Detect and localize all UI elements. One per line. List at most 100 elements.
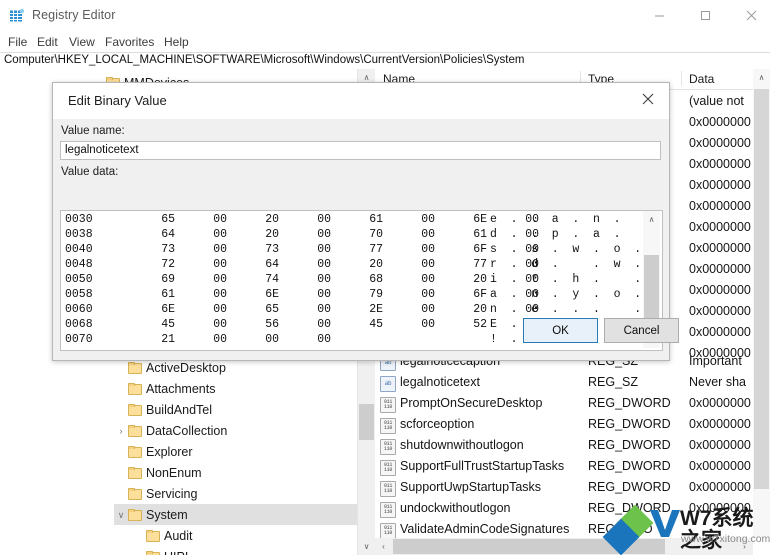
tree-scroll-down-icon[interactable]: ∨ (358, 538, 375, 555)
hex-byte[interactable]: 6E (261, 288, 279, 301)
hex-row[interactable]: 0060 6E 00 65 00 2E 00 20 00 n . e . . . . (61, 303, 662, 318)
hex-byte[interactable]: 2E (365, 303, 383, 316)
hex-byte[interactable]: 00 (417, 213, 435, 226)
hex-row[interactable]: 0048 72 00 64 00 20 00 77 00 r . d . . w . (61, 258, 662, 273)
hex-byte[interactable]: 00 (209, 213, 227, 226)
list-scroll-thumb[interactable] (754, 89, 769, 489)
hex-byte[interactable]: 00 (313, 318, 331, 331)
list-scroll-left-icon[interactable]: ‹ (375, 538, 392, 555)
menu-file[interactable]: File (8, 35, 27, 49)
hex-row[interactable]: 0038 64 00 20 00 70 00 61 00 d . . p . a . (61, 228, 662, 243)
menu-help[interactable]: Help (164, 35, 189, 49)
tree-item-buildandtel[interactable]: BuildAndTel (114, 399, 374, 420)
hex-row[interactable]: 0050 69 00 74 00 68 00 20 00 i . t . h . . (61, 273, 662, 288)
hex-byte[interactable]: 00 (417, 288, 435, 301)
hex-row[interactable]: 0040 73 00 73 00 77 00 6F 00 s . s . w . o . (61, 243, 662, 258)
hex-byte[interactable]: 00 (417, 318, 435, 331)
hex-byte[interactable]: 69 (157, 273, 175, 286)
tree-item-attachments[interactable]: Attachments (114, 378, 374, 399)
hex-byte[interactable]: 00 (313, 243, 331, 256)
tree-item-servicing[interactable]: Servicing (114, 483, 374, 504)
column-divider[interactable] (681, 71, 682, 86)
hex-byte[interactable]: 64 (157, 228, 175, 241)
hex-byte[interactable]: 00 (313, 213, 331, 226)
hex-byte[interactable]: 73 (261, 243, 279, 256)
hex-byte[interactable]: 00 (313, 258, 331, 271)
chevron-icon[interactable]: ∨ (114, 508, 128, 522)
hex-byte[interactable]: 20 (469, 273, 487, 286)
hex-byte[interactable]: 00 (313, 333, 331, 346)
tree-scroll-thumb[interactable] (359, 404, 374, 440)
hex-byte[interactable]: 61 (365, 213, 383, 226)
minimize-button[interactable] (636, 0, 682, 30)
hex-byte[interactable]: 79 (365, 288, 383, 301)
hex-byte[interactable]: 00 (313, 303, 331, 316)
hex-byte[interactable]: 61 (469, 228, 487, 241)
table-row[interactable]: ab legalnoticetext REG_SZ Never sha (375, 373, 770, 394)
hex-byte[interactable]: 72 (157, 258, 175, 271)
hex-byte[interactable]: 20 (469, 303, 487, 316)
hex-byte[interactable]: 20 (261, 213, 279, 226)
menu-favorites[interactable]: Favorites (105, 35, 154, 49)
hex-byte[interactable]: 00 (313, 273, 331, 286)
hex-byte[interactable]: 00 (209, 243, 227, 256)
hex-byte[interactable]: 61 (157, 288, 175, 301)
dialog-close-icon[interactable] (627, 83, 669, 114)
tree-item-nonenum[interactable]: NonEnum (114, 462, 374, 483)
table-row[interactable]: 011 110 scforceoption REG_DWORD 0x0000000 (375, 415, 770, 436)
hex-byte[interactable]: 00 (209, 303, 227, 316)
hex-byte[interactable]: 70 (365, 228, 383, 241)
hex-byte[interactable]: 6F (469, 243, 487, 256)
hex-byte[interactable]: 45 (157, 318, 175, 331)
hex-byte[interactable]: 65 (157, 213, 175, 226)
hex-byte[interactable]: 00 (209, 288, 227, 301)
hex-byte[interactable]: 20 (261, 228, 279, 241)
hex-byte[interactable]: 00 (313, 288, 331, 301)
tree-item-audit[interactable]: Audit (132, 525, 374, 546)
tree-item-datacollection[interactable]: › DataCollection (114, 420, 374, 441)
tree-item-system[interactable]: ∨ System (114, 504, 374, 525)
chevron-icon[interactable]: › (132, 550, 146, 555)
hex-byte[interactable]: 64 (261, 258, 279, 271)
hex-byte[interactable]: 77 (365, 243, 383, 256)
hex-row[interactable]: 0058 61 00 6E 00 79 00 6F 00 a . n . y . o . (61, 288, 662, 303)
table-row[interactable]: 011 110 SupportUwpStartupTasks REG_DWORD 0x0… (375, 478, 770, 499)
hex-byte[interactable]: 00 (261, 333, 279, 346)
hex-byte[interactable]: 00 (209, 273, 227, 286)
menu-view[interactable]: View (69, 35, 95, 49)
hex-row[interactable]: 0030 65 00 20 00 61 00 6E 00 e . . a . n . (61, 213, 662, 228)
value-name-input[interactable]: legalnoticetext (60, 141, 661, 160)
hex-byte[interactable]: 00 (417, 243, 435, 256)
close-window-button[interactable] (728, 0, 770, 30)
hex-byte[interactable]: 00 (417, 273, 435, 286)
hex-byte[interactable]: 00 (209, 228, 227, 241)
hex-byte[interactable]: 00 (313, 228, 331, 241)
hex-byte[interactable]: 52 (469, 318, 487, 331)
cancel-button[interactable]: Cancel (604, 318, 679, 343)
table-row[interactable]: 011 110 PromptOnSecureDesktop REG_DWORD 0x00… (375, 394, 770, 415)
hex-byte[interactable]: 68 (365, 273, 383, 286)
hex-byte[interactable]: 6E (469, 213, 487, 226)
list-scroll-up-icon[interactable]: ∧ (753, 69, 770, 86)
hex-byte[interactable]: 00 (209, 318, 227, 331)
hex-byte[interactable]: 6E (157, 303, 175, 316)
hex-byte[interactable]: 00 (209, 258, 227, 271)
hex-scroll-up-icon[interactable]: ∧ (643, 211, 660, 228)
menu-edit[interactable]: Edit (37, 35, 58, 49)
table-row[interactable]: 011 110 shutdownwithoutlogon REG_DWORD 0x000… (375, 436, 770, 457)
column-header-data[interactable]: Data (689, 72, 714, 86)
hex-byte[interactable]: 74 (261, 273, 279, 286)
tree-item-explorer[interactable]: Explorer (114, 441, 374, 462)
hex-byte[interactable]: 20 (365, 258, 383, 271)
hex-byte[interactable]: 6F (469, 288, 487, 301)
list-vertical-scrollbar[interactable]: ∧ (753, 69, 770, 538)
hex-byte[interactable]: 73 (157, 243, 175, 256)
hex-byte[interactable]: 21 (157, 333, 175, 346)
maximize-button[interactable] (682, 0, 728, 30)
hex-byte[interactable]: 77 (469, 258, 487, 271)
ok-button[interactable]: OK (523, 318, 598, 343)
hex-byte[interactable]: 65 (261, 303, 279, 316)
hex-byte[interactable]: 00 (209, 333, 227, 346)
hex-byte[interactable]: 56 (261, 318, 279, 331)
hex-byte[interactable]: 45 (365, 318, 383, 331)
